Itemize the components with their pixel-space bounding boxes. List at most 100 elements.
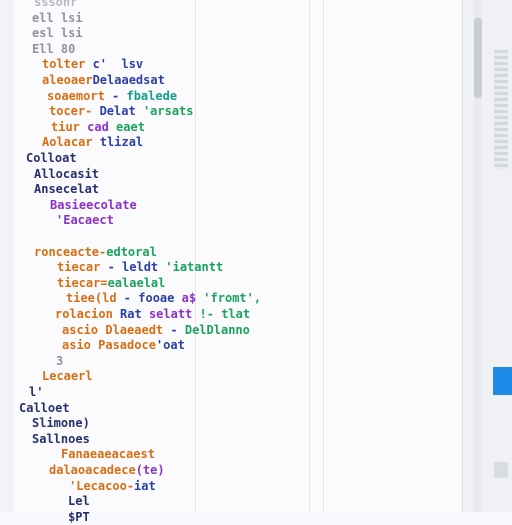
code-token: soaemort <box>47 88 113 103</box>
code-line[interactable]: soaemort - fbalede <box>47 88 177 104</box>
code-token: Dlaeaedt <box>105 322 171 337</box>
code-token: ealaelal <box>107 275 166 290</box>
code-token: a$ <box>181 291 204 306</box>
code-line[interactable]: Lecaerl <box>42 368 93 384</box>
code-token: iat <box>134 478 156 493</box>
code-token: 'fromt', <box>203 291 262 306</box>
code-line[interactable]: Fanaeaeacaest <box>61 446 155 462</box>
code-token: cad <box>87 119 117 134</box>
code-token: fooae <box>138 291 182 306</box>
code-line[interactable]: asio Pasadoce'oat <box>62 337 185 353</box>
indent-guide <box>309 0 310 512</box>
indent-guide <box>323 0 324 512</box>
code-line[interactable]: 3 <box>56 353 63 369</box>
code-line[interactable]: Basieecolate <box>50 197 137 213</box>
code-line[interactable]: tiecar - leldt 'iatantt <box>57 259 223 275</box>
code-token: tocer- <box>49 104 100 119</box>
code-token: - <box>123 291 139 306</box>
code-token: dalaoacadece <box>49 463 136 477</box>
code-line[interactable]: Slimone) <box>32 415 90 431</box>
code-line[interactable]: dalaoacadece(te) <box>49 462 165 478</box>
code-token: l' <box>29 385 44 399</box>
code-token: Ell 80 <box>32 41 76 56</box>
accent-marker[interactable] <box>493 367 512 395</box>
code-line[interactable]: Ansecelat <box>34 181 99 197</box>
code-token: 'oat <box>155 338 185 353</box>
code-token: ronceacte- <box>34 244 107 259</box>
code-token: tiecar <box>57 260 108 275</box>
code-token: Ansecelat <box>34 182 100 197</box>
code-token: asio <box>62 338 99 353</box>
code-line[interactable]: 'Eacaect <box>56 212 114 228</box>
code-token: Lel <box>68 494 90 509</box>
code-token: eaet <box>116 119 145 134</box>
code-line[interactable]: ronceacte-edtoral <box>34 244 157 260</box>
code-line[interactable]: sssonr <box>34 0 77 10</box>
code-token: Slimone) <box>32 416 90 431</box>
code-token: 'Lecacoo- <box>69 478 135 493</box>
code-token: Pasadoce <box>98 338 156 353</box>
code-token: 'Eacaect <box>56 213 114 228</box>
code-editor[interactable]: sssonr ell lsi esl lsi Ell 80 tolter c' lsv a… <box>14 0 462 524</box>
code-token: ascio <box>62 322 106 337</box>
code-token: Aolacar <box>42 135 100 150</box>
code-line[interactable]: tiur cad eaet <box>51 119 145 135</box>
code-token: - <box>170 322 185 337</box>
code-token: 3 <box>56 353 64 368</box>
code-token: Colloat <box>26 151 77 165</box>
code-line[interactable]: esl lsi <box>32 25 83 41</box>
code-token: tolter <box>42 57 93 72</box>
code-line[interactable]: tocer- Delat 'arsats <box>49 103 194 119</box>
scrollbar-thumb[interactable] <box>474 18 482 98</box>
minimap[interactable] <box>494 50 508 170</box>
code-line[interactable]: Lel <box>68 493 90 509</box>
code-line[interactable]: ell lsi <box>32 10 83 26</box>
code-token: Sallnoes <box>32 431 90 446</box>
code-token: Delat <box>99 104 143 119</box>
code-line[interactable]: $PT <box>68 509 90 525</box>
code-token: (te) <box>135 463 165 477</box>
code-line[interactable]: aleoaerDelaaedsat <box>42 72 165 88</box>
code-token: tlizal <box>99 135 144 150</box>
code-token: tiur <box>51 119 88 134</box>
minimap-bottom-block <box>494 462 508 478</box>
code-line[interactable]: Aolacar tlizal <box>42 134 143 150</box>
code-token: sssonr <box>34 0 78 9</box>
code-token: 'arsats <box>142 104 194 119</box>
code-line[interactable]: Sallnoes <box>32 431 90 447</box>
code-token: Rat <box>120 307 149 321</box>
code-token: tiecar= <box>57 275 108 290</box>
code-token: tiee(ld <box>66 291 124 306</box>
code-line[interactable]: tolter c' lsv <box>42 56 143 72</box>
code-token: 'iatantt <box>165 260 224 275</box>
code-line[interactable]: 'Lecacoo-iat <box>69 478 156 494</box>
code-token: fbalede <box>126 88 178 103</box>
code-line[interactable]: l' <box>29 384 43 400</box>
code-line[interactable]: rolacion Rat selatt !- tlat <box>55 306 250 322</box>
code-token: edtoral <box>106 244 157 259</box>
code-token: Delaaedsat <box>92 73 165 87</box>
code-token: DelDlanno <box>184 322 250 337</box>
code-token: aleoaer <box>42 73 93 87</box>
code-token: Fanaeaeacaest <box>61 447 155 462</box>
code-token: esl lsi <box>32 26 83 41</box>
code-line[interactable]: tiee(ld - fooae a$ 'fromt', <box>66 290 261 306</box>
line-number-gutter <box>0 0 15 512</box>
code-token: !- tlat <box>199 307 251 321</box>
code-token: Basieecolate <box>50 197 137 212</box>
code-line[interactable]: tiecar=ealaelal <box>57 275 165 291</box>
code-line[interactable]: ascio Dlaeaedt - DelDlanno <box>62 322 250 338</box>
code-token: Lecaerl <box>42 369 93 384</box>
code-line[interactable]: Allocasit <box>34 166 99 182</box>
code-token: Allocasit <box>34 166 100 181</box>
code-token: ell lsi <box>32 10 83 25</box>
indent-guide <box>195 0 196 512</box>
code-token: rolacion <box>55 307 121 321</box>
code-line[interactable]: Calloet <box>19 400 70 416</box>
code-token: c' lsv <box>92 57 144 72</box>
code-token: - leldt <box>107 260 166 275</box>
code-line[interactable]: Ell 80 <box>32 41 75 57</box>
code-line[interactable]: Colloat <box>26 150 77 166</box>
code-token: selatt <box>148 307 200 321</box>
code-token: - <box>112 88 127 103</box>
